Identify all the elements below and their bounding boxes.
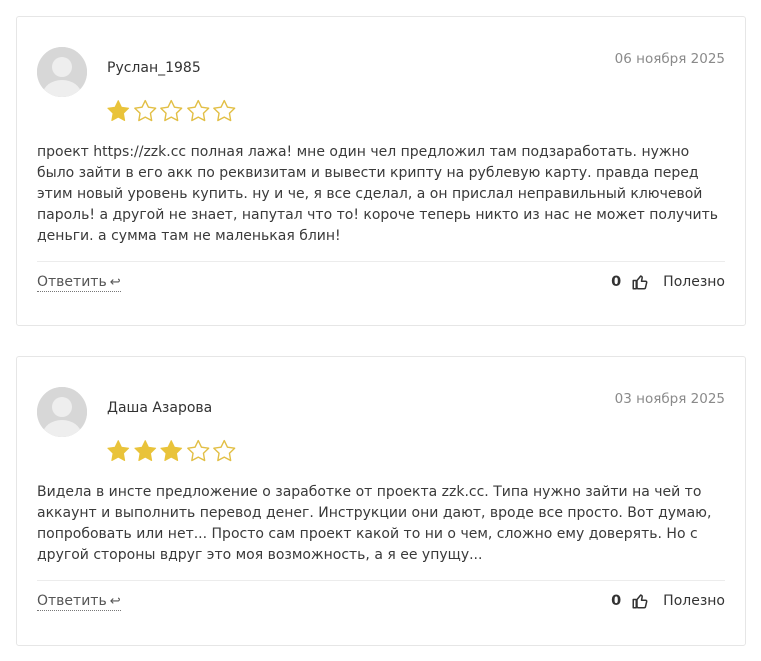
review-author: Руслан_1985 — [107, 60, 201, 76]
reply-label: Ответить — [37, 593, 107, 609]
thumbs-up-icon[interactable] — [631, 273, 649, 291]
star-empty-icon — [186, 439, 209, 462]
star-rating — [106, 439, 237, 465]
reply-button[interactable]: Ответить ↩ — [37, 593, 121, 611]
divider — [37, 580, 725, 581]
divider — [37, 261, 725, 262]
reply-button[interactable]: Ответить ↩ — [37, 274, 121, 292]
review-card: Руслан_1985 06 ноября 2025 проект https:… — [16, 16, 746, 326]
helpful-button[interactable]: Полезно — [663, 274, 725, 290]
star-empty-icon — [133, 99, 156, 122]
user-placeholder-icon — [37, 47, 87, 97]
review-card: Даша Азарова 03 ноября 2025 Видела в инс… — [16, 356, 746, 646]
reply-arrow-icon: ↩ — [109, 275, 121, 290]
star-empty-icon — [213, 439, 236, 462]
star-empty-icon — [186, 99, 209, 122]
avatar — [37, 387, 87, 437]
star-filled-icon — [133, 440, 156, 461]
helpful-count: 0 — [611, 274, 622, 290]
review-date: 06 ноября 2025 — [614, 51, 725, 67]
helpful-count: 0 — [611, 593, 622, 609]
star-rating — [106, 99, 237, 125]
review-author: Даша Азарова — [107, 400, 213, 416]
reply-label: Ответить — [37, 274, 107, 290]
thumbs-up-icon[interactable] — [631, 592, 649, 610]
star-empty-icon — [160, 99, 183, 122]
star-filled-icon — [160, 440, 183, 461]
star-empty-icon — [213, 99, 236, 122]
review-date: 03 ноября 2025 — [614, 391, 725, 407]
helpful-block: 0 Полезно — [611, 592, 725, 610]
review-text: Видела в инсте предложение о заработке о… — [37, 484, 712, 563]
star-filled-icon — [107, 100, 130, 121]
helpful-block: 0 Полезно — [611, 273, 725, 291]
review-text: проект https://zzk.cc полная лажа! мне о… — [37, 144, 718, 244]
avatar — [37, 47, 87, 97]
reply-arrow-icon: ↩ — [109, 594, 121, 609]
helpful-button[interactable]: Полезно — [663, 593, 725, 609]
star-filled-icon — [107, 440, 130, 461]
user-placeholder-icon — [37, 387, 87, 437]
